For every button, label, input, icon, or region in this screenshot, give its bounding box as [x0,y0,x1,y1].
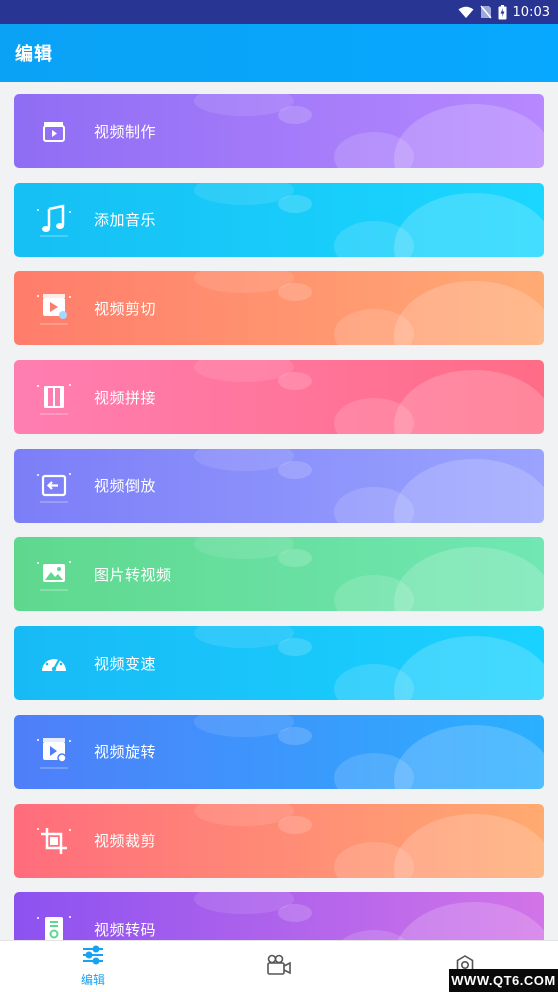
no-sim-icon [479,5,492,19]
card-label: 图片转视频 [94,565,172,584]
status-time: 10:03 [512,4,550,20]
clapperboard-icon [32,109,76,153]
image-to-video-icon [32,552,76,596]
card-video-reverse[interactable]: 视频倒放 [14,448,544,523]
card-video-transcode[interactable]: 视频转码 [14,892,544,940]
video-camera-icon [266,954,292,980]
status-bar: 10:03 [0,0,558,24]
wifi-icon [458,6,474,19]
music-note-icon [32,198,76,242]
card-label: 视频裁剪 [94,832,157,850]
watermark: WWW.QT6.COM [449,969,558,992]
crop-icon [32,819,76,863]
battery-charging-icon [498,4,507,20]
card-label: 视频制作 [94,122,157,141]
page-title: 编辑 [15,44,53,65]
card-label: 视频剪切 [94,299,157,318]
speedometer-icon [32,641,76,685]
nav-edit[interactable]: 编辑 [0,945,186,988]
reverse-play-icon [32,464,76,508]
card-label: 视频倒放 [94,477,157,496]
card-video-make[interactable]: 视频制作 [14,94,544,168]
card-label: 添加音乐 [94,211,157,230]
nav-video[interactable] [186,954,372,980]
rotate-video-icon [32,730,76,774]
card-image-to-video[interactable]: 图片转视频 [14,537,544,612]
film-splice-icon [32,375,76,419]
card-video-crop[interactable]: 视频裁剪 [14,803,544,878]
card-label: 视频拼接 [94,388,157,407]
card-label: 视频旋转 [94,743,157,762]
transcode-icon [32,907,76,940]
card-label: 视频转码 [94,920,157,939]
video-cut-icon [32,286,76,330]
card-video-rotate[interactable]: 视频旋转 [14,714,544,789]
app-bar: 编辑 [0,24,558,82]
sliders-icon [81,945,105,969]
nav-edit-label: 编辑 [80,973,105,987]
card-video-speed[interactable]: 视频变速 [14,626,544,701]
tool-list: 视频制作 添加音乐 视频剪切 视频拼接 视频倒放 图片转视频 视频变速 视频旋转… [14,94,544,940]
card-label: 视频变速 [94,654,157,673]
card-add-music[interactable]: 添加音乐 [14,182,544,257]
card-video-cut[interactable]: 视频剪切 [14,271,544,346]
card-video-splice[interactable]: 视频拼接 [14,360,544,435]
